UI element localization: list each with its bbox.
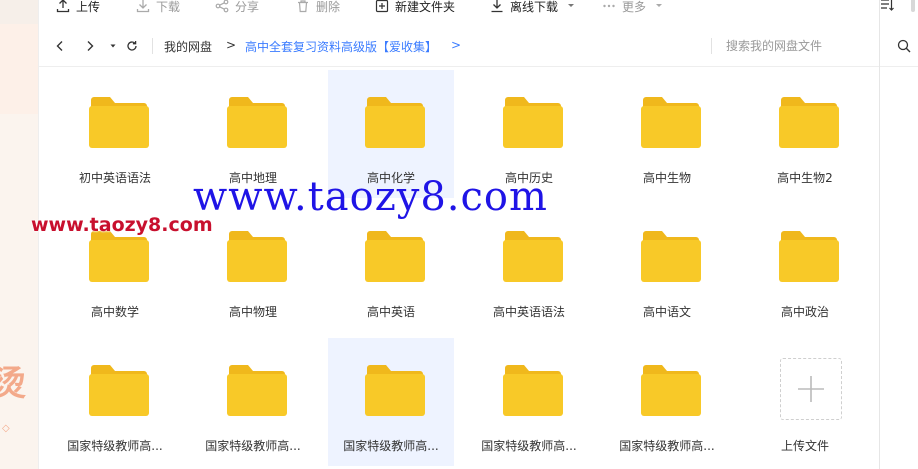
refresh-button[interactable] — [124, 37, 140, 55]
folder-icon — [641, 230, 701, 282]
folder-icon — [641, 96, 701, 148]
folder-name: 高中英语语法 — [492, 305, 565, 319]
folder-icon — [227, 230, 287, 282]
folder-name: 初中英语语法 — [78, 171, 151, 185]
folder-icon — [503, 230, 563, 282]
sidebar-glyph: 烫 — [0, 356, 26, 405]
folder-icon — [365, 96, 425, 148]
refresh-icon — [127, 41, 137, 51]
watermark-large: www.taozy8.com — [193, 174, 548, 220]
upload-dropzone[interactable] — [780, 358, 842, 420]
folder-name: 国家特级教师高... — [205, 439, 301, 453]
address-bar: 我的网盘 > 高中全套复习资料高级版【爱收集】 > — [38, 28, 918, 67]
folder-item[interactable]: 国家特级教师高... — [328, 338, 454, 466]
watermark-small: www.taozy8.com — [31, 214, 213, 236]
upload-icon — [56, 0, 70, 13]
folder-item[interactable]: 高中英语 — [328, 204, 454, 332]
folder-icon — [503, 96, 563, 148]
folder-icon — [89, 364, 149, 416]
search-input[interactable] — [726, 36, 886, 56]
folder-icon — [641, 364, 701, 416]
history-dropdown[interactable] — [105, 37, 121, 55]
chevron-left-icon — [56, 41, 63, 51]
upload-file-label: 上传文件 — [780, 439, 829, 453]
share-icon — [215, 0, 229, 13]
folder-name: 国家特级教师高... — [619, 439, 715, 453]
folder-item[interactable]: 国家特级教师高... — [466, 338, 592, 466]
folder-icon — [365, 364, 425, 416]
folder-item[interactable]: 高中英语语法 — [466, 204, 592, 332]
folder-name: 高中数学 — [90, 305, 139, 319]
folder-icon — [779, 230, 839, 282]
breadcrumb-more[interactable]: > — [451, 38, 461, 52]
share-button[interactable]: 分享 — [215, 0, 259, 15]
folder-icon — [227, 364, 287, 416]
folder-icon — [89, 96, 149, 148]
breadcrumb-separator: > — [226, 38, 237, 52]
folder-icon — [503, 364, 563, 416]
delete-button[interactable]: 删除 — [296, 0, 340, 15]
chevron-right-icon — [87, 41, 94, 51]
folder-item[interactable]: 高中政治 — [742, 204, 868, 332]
breadcrumb-current[interactable]: 高中全套复习资料高级版【爱收集】 — [245, 38, 437, 55]
folder-item[interactable]: 国家特级教师高... — [604, 338, 730, 466]
upload-label: 上传 — [76, 0, 101, 14]
file-grid: 初中英语语法 高中地理 高中化学 高中历史 高中生物 高中生物2 高中数学 高中物理 高中英语高… — [52, 70, 882, 469]
folder-name: 高中政治 — [780, 305, 829, 319]
folder-icon — [365, 230, 425, 282]
trash-icon — [296, 0, 310, 13]
forward-button[interactable] — [82, 37, 98, 55]
share-label: 分享 — [235, 0, 260, 14]
folder-name: 高中物理 — [228, 305, 277, 319]
folder-item[interactable]: 高中语文 — [604, 204, 730, 332]
sidebar-banner — [0, 24, 38, 114]
folder-name: 高中英语 — [366, 305, 415, 319]
folder-name: 高中生物 — [642, 171, 691, 185]
download-button[interactable]: 下载 — [136, 0, 180, 15]
folder-name: 国家特级教师高... — [481, 439, 577, 453]
upload-file-tile[interactable]: 上传文件 — [742, 338, 868, 466]
folder-item[interactable]: 高中生物2 — [742, 70, 868, 198]
offline-download-label: 离线下载 — [510, 0, 559, 14]
new-folder-button[interactable]: 新建文件夹 — [375, 0, 455, 15]
upload-button[interactable]: 上传 — [56, 0, 100, 15]
folder-item[interactable]: 国家特级教师高... — [52, 338, 178, 466]
sort-icon[interactable] — [880, 0, 894, 12]
breadcrumb-root[interactable]: 我的网盘 — [164, 38, 212, 55]
folder-item[interactable]: 国家特级教师高... — [190, 338, 316, 466]
more-button[interactable]: 更多 — [602, 0, 666, 15]
delete-label: 删除 — [316, 0, 341, 14]
chevron-down-icon — [564, 0, 578, 13]
download-label: 下载 — [156, 0, 181, 14]
plus-icon — [798, 376, 824, 402]
folder-icon — [779, 96, 839, 148]
offline-download-icon — [490, 0, 504, 13]
search-icon[interactable] — [897, 39, 911, 53]
folder-icon — [227, 96, 287, 148]
toolbar: 上传 下载 分享 删除 新建文件夹 离线下载 更多 — [38, 0, 918, 16]
new-folder-label: 新建文件夹 — [395, 0, 456, 14]
nav-divider — [152, 38, 153, 54]
scrollbar-thumb[interactable] — [911, 0, 915, 12]
back-button[interactable] — [52, 37, 68, 55]
more-icon — [602, 0, 616, 13]
offline-download-button[interactable]: 离线下载 — [490, 0, 578, 15]
diamond-icon: ◇ — [2, 423, 10, 434]
chevron-down-icon — [652, 0, 666, 13]
folder-name: 国家特级教师高... — [343, 439, 439, 453]
folder-item[interactable]: 高中生物 — [604, 70, 730, 198]
download-icon — [136, 0, 150, 13]
new-folder-icon — [375, 0, 389, 13]
folder-name: 高中语文 — [642, 305, 691, 319]
search-divider — [711, 38, 712, 54]
more-label: 更多 — [622, 0, 647, 14]
folder-name: 高中生物2 — [777, 171, 833, 185]
folder-name: 国家特级教师高... — [67, 439, 163, 453]
folder-item[interactable]: 初中英语语法 — [52, 70, 178, 198]
caret-down-icon — [110, 44, 116, 48]
folder-icon — [89, 230, 149, 282]
